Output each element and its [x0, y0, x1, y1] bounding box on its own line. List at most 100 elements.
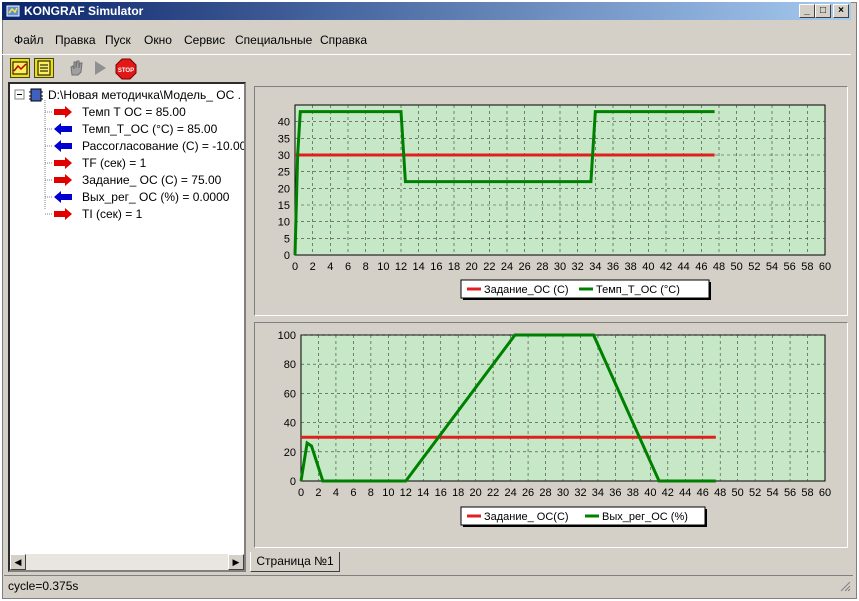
y-tick-label: 40: [278, 117, 290, 129]
x-tick-label: 2: [315, 487, 321, 499]
x-tick-label: 2: [310, 261, 316, 273]
graph-window-button[interactable]: [10, 58, 30, 78]
x-tick-label: 16: [430, 261, 442, 273]
x-tick-label: 58: [801, 261, 813, 273]
legend-label: Вых_рег_ОС (%): [602, 511, 688, 523]
x-tick-label: 42: [660, 261, 672, 273]
x-tick-label: 40: [644, 487, 656, 499]
y-tick-label: 5: [284, 233, 290, 245]
x-tick-label: 56: [784, 261, 796, 273]
legend-label: Темп_Т_ОС (°С): [596, 284, 680, 296]
model-tree: D:\Новая методичка\Модель_ ОС . Темп Т О…: [8, 82, 246, 572]
legend-label: Задание_ОС (С): [484, 284, 569, 296]
y-tick-label: 80: [284, 359, 296, 371]
toolbar: STOP: [2, 54, 851, 81]
y-tick-label: 60: [284, 388, 296, 400]
y-tick-label: 25: [278, 167, 290, 179]
menu-window[interactable]: Окно: [144, 33, 172, 47]
x-tick-label: 4: [327, 261, 333, 273]
y-tick-label: 20: [278, 183, 290, 195]
x-tick-label: 30: [554, 261, 566, 273]
tab-page-1[interactable]: Страница №1: [250, 552, 340, 572]
x-tick-label: 38: [627, 487, 639, 499]
chip-icon: [29, 88, 43, 102]
x-tick-label: 8: [363, 261, 369, 273]
x-tick-label: 10: [382, 487, 394, 499]
x-tick-label: 46: [695, 261, 707, 273]
x-tick-label: 54: [766, 261, 778, 273]
x-tick-label: 6: [345, 261, 351, 273]
x-tick-label: 60: [819, 487, 831, 499]
y-tick-label: 35: [278, 133, 290, 145]
x-tick-label: 36: [609, 487, 621, 499]
x-tick-label: 50: [732, 487, 744, 499]
x-tick-label: 6: [350, 487, 356, 499]
table-window-button[interactable]: [34, 58, 54, 78]
close-button[interactable]: ×: [833, 4, 849, 18]
x-tick-label: 52: [749, 487, 761, 499]
x-tick-label: 10: [377, 261, 389, 273]
stop-icon: STOP: [115, 58, 137, 80]
x-tick-label: 12: [400, 487, 412, 499]
x-tick-label: 60: [819, 261, 831, 273]
x-tick-label: 4: [333, 487, 339, 499]
x-tick-label: 36: [607, 261, 619, 273]
title-bar: KONGRAF Simulator _ □ ×: [2, 2, 851, 20]
x-tick-label: 38: [625, 261, 637, 273]
menu-service[interactable]: Сервис: [184, 33, 225, 47]
menu-edit[interactable]: Правка: [55, 33, 96, 47]
output-arrow-icon: [45, 208, 72, 220]
chart-panel-top: 0 2 4 6 8 10 12 14 16 18 20 22 24 26 28 30 32 34 36 38 40 42 4…: [254, 86, 848, 316]
tree-horizontal-scrollbar[interactable]: ◀ ▶: [10, 554, 244, 570]
menu-bar: Файл Правка Пуск Окно Сервис Специальные…: [2, 30, 851, 50]
app-icon: [6, 5, 20, 17]
menu-help[interactable]: Справка: [320, 33, 367, 47]
legend-label: Задание_ ОС(С): [484, 511, 569, 523]
stop-button[interactable]: STOP: [115, 58, 137, 80]
x-tick-label: 44: [679, 487, 691, 499]
y-tick-label: 10: [278, 217, 290, 229]
x-tick-label: 26: [522, 487, 534, 499]
menu-run[interactable]: Пуск: [105, 33, 131, 47]
table-icon: [37, 60, 51, 76]
x-tick-label: 22: [487, 487, 499, 499]
output-arrow-icon: [45, 174, 72, 186]
scroll-right-button[interactable]: ▶: [228, 554, 244, 570]
x-tick-label: 28: [539, 487, 551, 499]
tree-item-label: Рассогласование (С) = -10.00: [82, 139, 246, 153]
tree-item-label: Задание_ ОС (С) = 75.00: [82, 173, 222, 187]
maximize-button[interactable]: □: [815, 4, 831, 18]
x-tick-label: 8: [368, 487, 374, 499]
x-tick-label: 18: [448, 261, 460, 273]
x-tick-label: 32: [572, 261, 584, 273]
scroll-left-button[interactable]: ◀: [10, 554, 26, 570]
tree-item-label: Темп_Т_ОС (°С) = 85.00: [82, 122, 218, 136]
x-tick-label: 12: [395, 261, 407, 273]
minimize-button[interactable]: _: [799, 4, 815, 18]
x-tick-label: 0: [292, 261, 298, 273]
y-tick-label: 0: [284, 250, 290, 262]
x-tick-label: 28: [536, 261, 548, 273]
resize-grip-icon[interactable]: [839, 580, 851, 592]
x-tick-label: 16: [435, 487, 447, 499]
hand-tool-button[interactable]: [66, 58, 86, 78]
input-arrow-icon: [45, 191, 72, 203]
x-tick-label: 22: [483, 261, 495, 273]
status-bar: cycle=0.375s: [4, 575, 853, 595]
window-title: KONGRAF Simulator: [24, 4, 144, 18]
x-tick-label: 50: [731, 261, 743, 273]
tree-root-label: D:\Новая методичка\Модель_ ОС .: [48, 88, 241, 102]
play-icon: [95, 61, 106, 75]
x-tick-label: 56: [784, 487, 796, 499]
input-arrow-icon: [45, 140, 72, 152]
output-arrow-icon: [45, 157, 72, 169]
x-tick-label: 58: [801, 487, 813, 499]
run-button[interactable]: [90, 58, 110, 78]
x-tick-label: 20: [470, 487, 482, 499]
menu-special[interactable]: Специальные: [235, 33, 312, 47]
menu-file[interactable]: Файл: [14, 33, 44, 47]
hand-icon: [70, 60, 83, 76]
x-tick-label: 34: [589, 261, 601, 273]
x-tick-label: 54: [766, 487, 778, 499]
chart-panel-bottom: 0 2 4 6 8 10 12 14 16 18 20 22 24 26 28 30 32 34 36 38 40 42 4…: [254, 322, 848, 548]
